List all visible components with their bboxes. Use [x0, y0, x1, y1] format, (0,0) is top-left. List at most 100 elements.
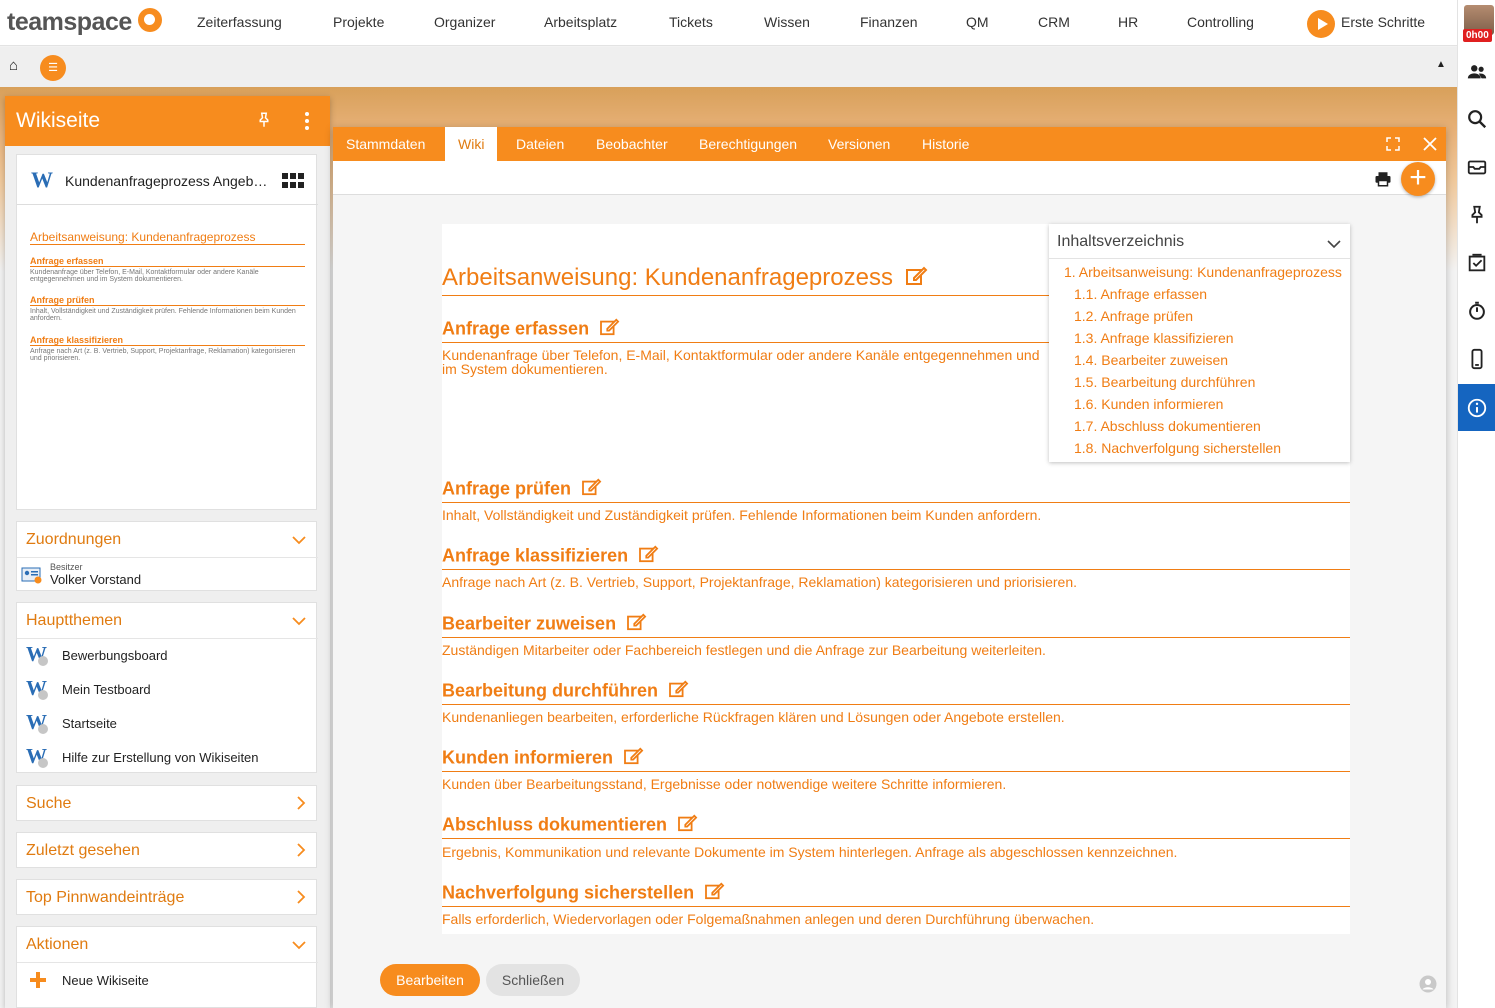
timer-badge[interactable]: 0h00 [1463, 29, 1492, 42]
info-icon[interactable] [1458, 384, 1495, 431]
list-item-label: Hilfe zur Erstellung von Wikiseiten [62, 750, 259, 765]
toc-link[interactable]: 1.4. Bearbeiter zuweisen [1074, 352, 1228, 368]
inbox-icon[interactable] [1458, 147, 1495, 187]
nav-crm[interactable]: CRM [1038, 14, 1070, 30]
tab-beobachter[interactable]: Beobachter [583, 127, 681, 161]
toc-link[interactable]: 1.7. Abschluss dokumentieren [1074, 418, 1261, 434]
add-button[interactable]: + [1401, 162, 1435, 196]
pin-icon[interactable] [255, 111, 273, 134]
nav-arbeitsplatz[interactable]: Arbeitsplatz [544, 14, 617, 30]
play-icon[interactable] [1307, 10, 1335, 38]
section-text: Kunden über Bearbeitungsstand, Ergebniss… [442, 776, 1007, 792]
nav-wissen[interactable]: Wissen [764, 14, 810, 30]
list-item[interactable]: W Hilfe zur Erstellung von Wikiseiten [17, 740, 318, 774]
list-item[interactable]: W Startseite [17, 706, 318, 740]
pin-icon[interactable] [1458, 195, 1495, 235]
close-icon[interactable] [1423, 137, 1437, 156]
owner-name[interactable]: Volker Vorstand [50, 572, 141, 587]
edit-icon[interactable] [624, 747, 644, 770]
edit-icon[interactable] [905, 265, 928, 293]
tab-historie[interactable]: Historie [909, 127, 982, 161]
chevron-right-icon[interactable] [296, 796, 306, 813]
chevron-down-icon[interactable] [1327, 236, 1341, 254]
task-check-icon[interactable] [1458, 243, 1495, 283]
chevron-down-icon[interactable] [292, 937, 306, 953]
nav-qm[interactable]: QM [966, 14, 989, 30]
tab-berechtigungen[interactable]: Berechtigungen [686, 127, 810, 161]
toc-link[interactable]: 1.2. Anfrage prüfen [1074, 308, 1193, 324]
tab-dateien[interactable]: Dateien [503, 127, 577, 161]
edit-icon[interactable] [669, 680, 689, 703]
toc-link[interactable]: 1. Arbeitsanweisung: Kundenanfrageprozes… [1064, 264, 1342, 280]
hamburger-menu-icon[interactable]: ☰ [40, 55, 66, 81]
stopwatch-icon[interactable] [1458, 291, 1495, 331]
section-text: Kundenanliegen bearbeiten, erforderliche… [442, 709, 1065, 725]
maximize-icon[interactable] [1386, 137, 1400, 156]
tab-versionen[interactable]: Versionen [815, 127, 903, 161]
list-item-label: Startseite [62, 716, 117, 731]
nav-controlling[interactable]: Controlling [1187, 14, 1254, 30]
section-text: im System dokumentieren. [442, 361, 608, 377]
action-new-wiki-page[interactable]: Neue Wikiseite [17, 963, 318, 997]
print-icon[interactable] [1374, 170, 1392, 193]
section-text: Inhalt, Vollständigkeit und Zuständigkei… [442, 507, 1042, 523]
user-circle-icon[interactable] [1419, 975, 1437, 998]
edit-icon[interactable] [678, 814, 698, 837]
toc-link[interactable]: 1.1. Anfrage erfassen [1074, 286, 1207, 302]
erste-schritte-link[interactable]: Erste Schritte [1341, 14, 1425, 30]
edit-icon[interactable] [582, 478, 602, 501]
home-icon[interactable]: ⌂ [9, 57, 18, 74]
section-heading-text: Bearbeiter zuweisen [442, 613, 617, 634]
mobile-icon[interactable] [1458, 339, 1495, 379]
section-heading: Anfrage klassifizieren [442, 545, 1350, 570]
section-heading: Bearbeitung durchführen [442, 680, 1350, 705]
edit-icon[interactable] [705, 882, 725, 905]
zuordnungen-title[interactable]: Zuordnungen [26, 531, 121, 549]
tab-wiki[interactable]: Wiki [445, 127, 498, 161]
nav-hr[interactable]: HR [1118, 14, 1138, 30]
nav-organizer[interactable]: Organizer [434, 14, 495, 30]
contacts-icon[interactable] [1458, 52, 1495, 92]
search-icon[interactable] [1458, 99, 1495, 139]
edit-button[interactable]: Bearbeiten [380, 964, 480, 996]
list-item[interactable]: W Mein Testboard [17, 672, 318, 706]
hauptthemen-title[interactable]: Hauptthemen [26, 612, 122, 630]
more-vertical-icon[interactable] [301, 110, 313, 137]
nav-finanzen[interactable]: Finanzen [860, 14, 918, 30]
preview-heading: Anfrage prüfen [30, 295, 305, 306]
aktionen-section: Aktionen Neue Wikiseite [16, 926, 318, 1008]
nav-tickets[interactable]: Tickets [669, 14, 713, 30]
chevron-right-icon[interactable] [296, 843, 306, 860]
panel-title: Wikiseite [16, 109, 101, 132]
wiki-page-icon: W [26, 710, 48, 734]
page-name: Kundenanfrageprozess Angeb… [65, 173, 268, 189]
section-text: Anfrage nach Art (z. B. Vertrieb, Suppor… [442, 574, 1077, 590]
section-text: Ergebnis, Kommunikation und relevante Do… [442, 844, 1178, 860]
wiki-page-icon: W [26, 642, 48, 666]
zuletzt-gesehen-section[interactable]: Zuletzt gesehen [16, 832, 317, 868]
section-heading-text: Abschluss dokumentieren [442, 814, 668, 835]
nav-projekte[interactable]: Projekte [333, 14, 384, 30]
close-button[interactable]: Schließen [486, 964, 580, 996]
tab-stammdaten[interactable]: Stammdaten [333, 127, 438, 161]
app-logo[interactable]: teamspace [7, 8, 132, 37]
suche-section[interactable]: Suche [16, 785, 317, 821]
collapse-up-icon[interactable]: ▲ [1436, 59, 1446, 70]
edit-icon[interactable] [600, 318, 620, 341]
edit-icon[interactable] [639, 545, 659, 568]
toc-link[interactable]: 1.3. Anfrage klassifizieren [1074, 330, 1234, 346]
table-of-contents: Inhaltsverzeichnis 1. Arbeitsanweisung: … [1049, 224, 1350, 462]
toc-link[interactable]: 1.5. Bearbeitung durchführen [1074, 374, 1255, 390]
grid-view-icon[interactable] [282, 173, 304, 194]
edit-icon[interactable] [627, 613, 647, 636]
toc-link[interactable]: 1.6. Kunden informieren [1074, 396, 1223, 412]
list-item[interactable]: W Bewerbungsboard [17, 638, 318, 672]
chevron-down-icon[interactable] [292, 613, 306, 629]
chevron-down-icon[interactable] [292, 532, 306, 548]
chevron-right-icon[interactable] [296, 890, 306, 907]
nav-zeiterfassung[interactable]: Zeiterfassung [197, 14, 282, 30]
pinnwand-section[interactable]: Top Pinnwandeinträge [16, 879, 317, 915]
aktionen-title[interactable]: Aktionen [26, 936, 88, 954]
toc-link[interactable]: 1.8. Nachverfolgung sicherstellen [1074, 440, 1281, 456]
preview-text: Inhalt, Vollständigkeit und Zuständigkei… [30, 308, 296, 322]
